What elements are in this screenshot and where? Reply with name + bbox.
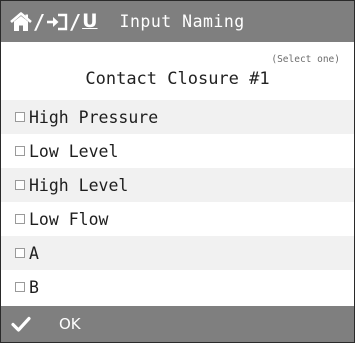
option-label: High Pressure xyxy=(29,107,159,127)
option-label: B xyxy=(29,277,39,297)
nav-icons: / / U xyxy=(10,12,98,32)
option-label: Low Flow xyxy=(29,209,109,229)
option-label: High Level xyxy=(29,175,129,195)
checkbox[interactable] xyxy=(15,112,25,122)
user-glyph: U xyxy=(82,10,98,32)
nav-separator: / xyxy=(69,9,82,34)
checkbox[interactable] xyxy=(15,146,25,156)
checkbox[interactable] xyxy=(15,248,25,258)
user-underline-icon[interactable]: U xyxy=(82,12,97,31)
option-high-level[interactable]: High Level xyxy=(1,168,354,202)
option-label: Low Level xyxy=(29,141,119,161)
header-bar: / / U Input Naming xyxy=(1,1,354,42)
option-a[interactable]: A xyxy=(1,236,354,270)
contact-closure-title: Contact Closure #1 xyxy=(85,69,270,89)
input-naming-screen: / / U Input Naming (Select one) Contact … xyxy=(0,0,355,343)
checkbox[interactable] xyxy=(15,282,25,292)
checkbox[interactable] xyxy=(15,180,25,190)
nav-separator: / xyxy=(33,9,46,34)
ok-label: OK xyxy=(59,315,81,333)
option-b[interactable]: B xyxy=(1,270,354,304)
option-low-level[interactable]: Low Level xyxy=(1,134,354,168)
option-high-pressure[interactable]: High Pressure xyxy=(1,100,354,134)
screen-title: Input Naming xyxy=(119,12,245,31)
checkmark-icon xyxy=(11,316,31,332)
option-label: A xyxy=(29,243,39,263)
enter-arrow-icon[interactable] xyxy=(46,12,68,32)
ok-button[interactable]: OK xyxy=(1,306,354,342)
select-hint: (Select one) xyxy=(271,54,340,65)
option-low-flow[interactable]: Low Flow xyxy=(1,202,354,236)
home-icon[interactable] xyxy=(10,11,32,32)
checkbox[interactable] xyxy=(15,214,25,224)
